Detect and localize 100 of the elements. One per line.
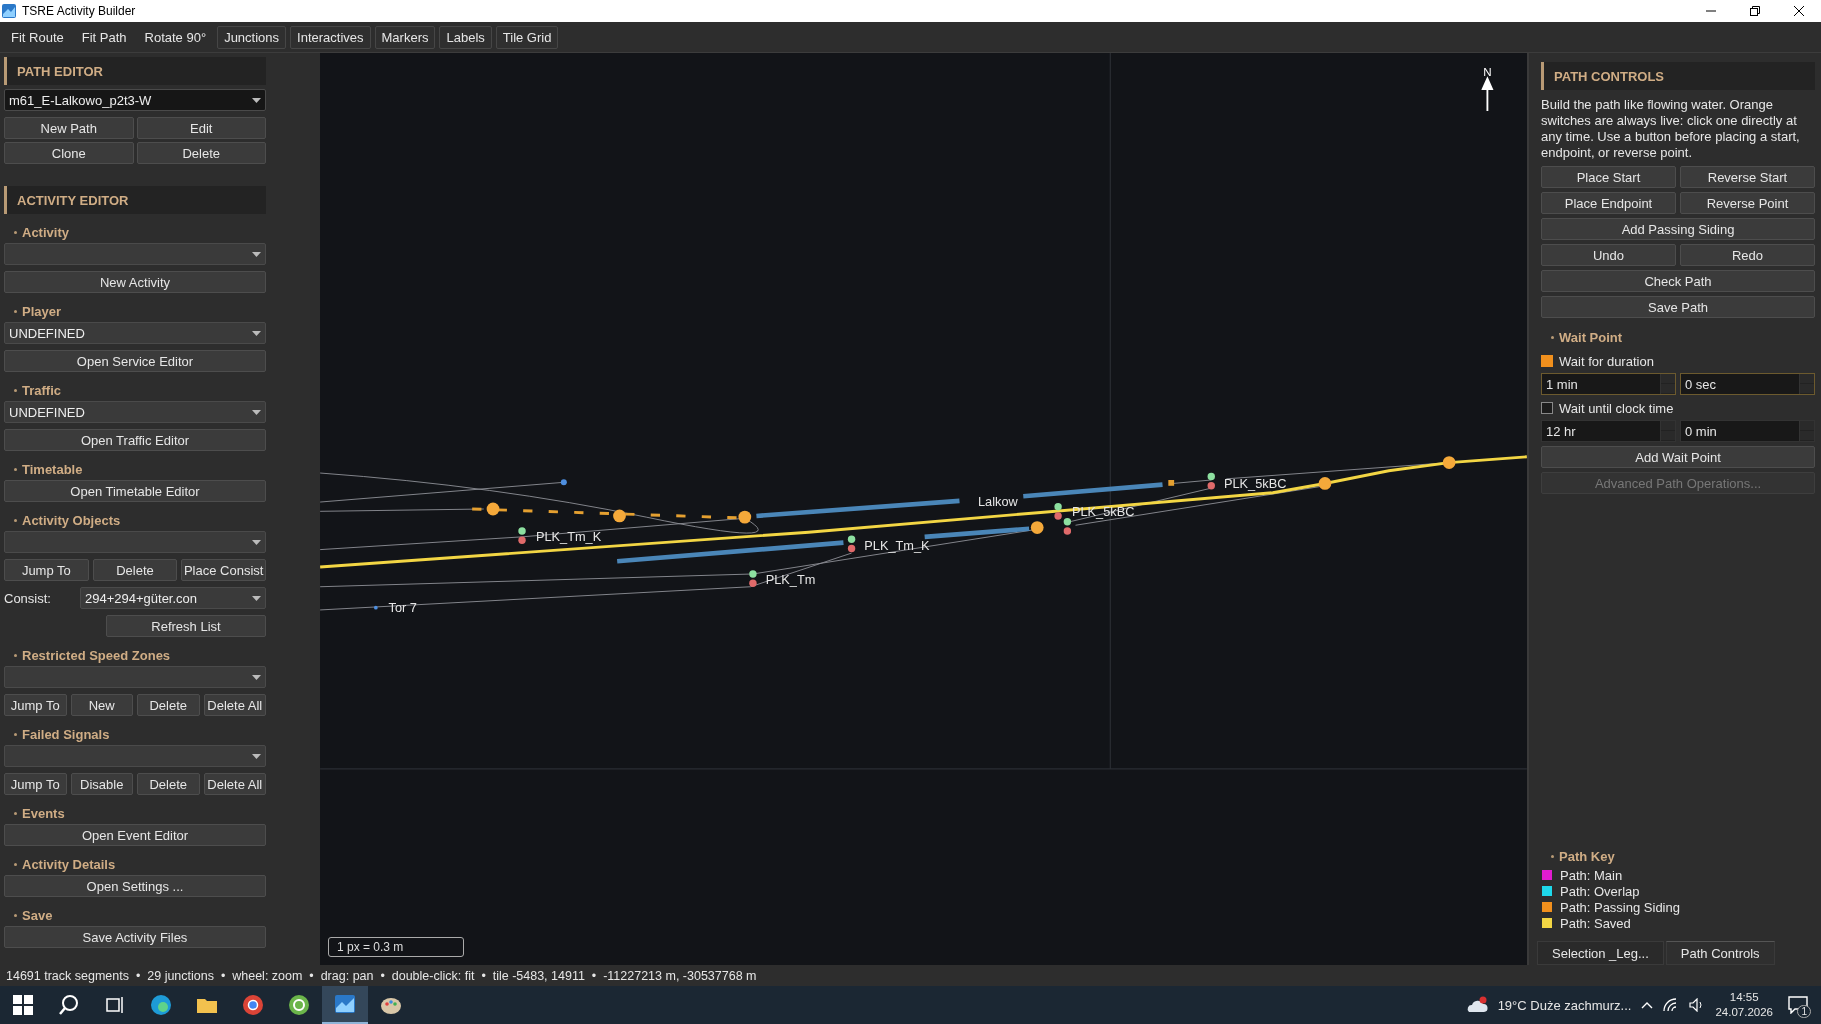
toolbar-button[interactable]: Rotate 90° [137,25,214,49]
restore-icon[interactable] [1750,6,1760,16]
button[interactable]: Save Activity Files [4,926,266,948]
signal-icon[interactable] [1054,502,1062,520]
junction-marker[interactable] [1442,456,1456,469]
button[interactable]: Open Service Editor [4,350,266,372]
button[interactable]: Delete [137,694,200,716]
spin-field[interactable]: 12 hr [1541,420,1676,442]
track-label: Tor 7 [388,600,417,616]
button[interactable]: Place Consist [181,559,266,581]
junction-marker[interactable] [486,502,500,516]
bullet-icon [14,309,17,313]
button[interactable]: Save Path [1541,296,1815,318]
button[interactable]: Disable [70,773,133,795]
caret-icon [252,330,261,336]
spin-field[interactable]: 0 sec [1680,373,1815,395]
window-title: TSRE Activity Builder [22,4,137,18]
toggle-button[interactable]: Junctions [217,25,287,49]
notification-count: 1 [1797,1005,1811,1018]
button[interactable]: Delete All [203,773,266,795]
button[interactable]: Jump To [4,559,89,581]
section-heading: Failed Signals [22,726,110,742]
spin-field[interactable]: 1 min [1541,373,1676,395]
scale-indicator: 1 px = 0.3 m [328,937,464,957]
bullet-icon [14,230,17,234]
button[interactable]: Undo [1541,244,1676,266]
dropdown[interactable]: UNDEFINED [4,401,266,423]
button[interactable]: Open Traffic Editor [4,429,266,451]
button[interactable]: Open Event Editor [4,824,266,846]
signal-icon[interactable] [1207,472,1215,490]
clock-date: 24.07.2026 [1715,1005,1773,1020]
button[interactable]: Delete [92,559,178,581]
caret-icon [252,409,261,415]
chevron-up-icon [1641,1001,1654,1009]
button[interactable]: Reverse Point [1680,192,1815,214]
junction-marker[interactable] [613,509,626,523]
track-label: PLK_Tm_K [535,529,602,545]
section-heading: Events [22,805,65,821]
close-icon[interactable] [1794,6,1804,16]
button[interactable]: Open Timetable Editor [4,480,266,502]
toolbar-button[interactable]: Fit Route [4,25,71,49]
button[interactable]: Check Path [1541,270,1815,292]
windows-icon[interactable] [11,993,35,1017]
button[interactable]: Delete [136,142,266,164]
button[interactable]: Place Endpoint [1541,192,1676,214]
toggle-button[interactable]: Markers [374,25,436,49]
checkbox[interactable] [1541,402,1553,414]
dock-tab[interactable]: Selection _Leg... [1537,941,1664,965]
button[interactable]: Edit [136,117,266,139]
toggle-button[interactable]: Interactives [290,25,371,49]
section-heading: Activity Objects [22,512,121,528]
button[interactable]: Clone [4,142,134,164]
toolbar-button[interactable]: Fit Path [74,25,134,49]
track-label: Lalkow [978,493,1018,509]
track-label: PLK_Tm [765,572,816,588]
track-label: PLK_5kBC [1072,503,1135,519]
button[interactable]: New Path [4,117,134,139]
search-icon[interactable] [57,993,81,1017]
field-label: Consist: [4,590,52,606]
checkbox[interactable] [1541,355,1553,367]
junction-marker[interactable] [1030,521,1044,534]
button[interactable]: Place Start [1541,166,1676,188]
button[interactable]: Add Wait Point [1541,446,1815,468]
north-arrow-icon [1481,76,1493,112]
junction-marker[interactable] [1318,477,1332,490]
signal-icon[interactable] [749,570,757,587]
bullet-icon [14,732,17,736]
app-icon [2,4,16,18]
button[interactable]: Reverse Start [1680,166,1815,188]
button[interactable]: Open Settings ... [4,875,266,897]
junction-marker[interactable] [738,510,752,524]
signal-icon[interactable] [847,535,856,553]
button[interactable]: Redo [1680,244,1815,266]
spin-field[interactable]: 0 min [1680,420,1815,442]
button[interactable]: Refresh List [106,615,266,637]
button[interactable]: Add Passing Siding [1541,218,1815,240]
consist-dropdown[interactable]: 294+294+güter.con [80,587,266,609]
button[interactable]: Delete [137,773,200,795]
signal-icon[interactable] [1063,518,1072,535]
button[interactable]: Delete All [203,694,266,716]
button[interactable]: Jump To [4,694,67,716]
bullet-icon [14,388,17,392]
north-label: N [1483,65,1492,79]
clock-time: 14:55 [1729,990,1759,1005]
path-dropdown[interactable]: m61_E-Lalkowo_p2t3-W [4,89,266,111]
app-icon[interactable] [287,993,311,1017]
button[interactable]: Jump To [4,773,67,795]
browser-icon[interactable] [149,993,173,1017]
button[interactable]: New [70,694,133,716]
browser-icon[interactable] [241,993,265,1017]
signal-icon[interactable] [518,527,526,545]
notification-icon [1788,996,1808,1014]
toggle-button[interactable]: Tile Grid [495,25,559,49]
bullet-icon [14,913,17,917]
dropdown[interactable]: UNDEFINED [4,322,266,344]
button[interactable]: New Activity [4,271,266,293]
section-header: ACTIVITY EDITOR [4,186,266,214]
dock-tab[interactable]: Path Controls [1665,941,1775,965]
toggle-button[interactable]: Labels [439,25,492,49]
legend-label: Path: Saved [1560,915,1631,931]
